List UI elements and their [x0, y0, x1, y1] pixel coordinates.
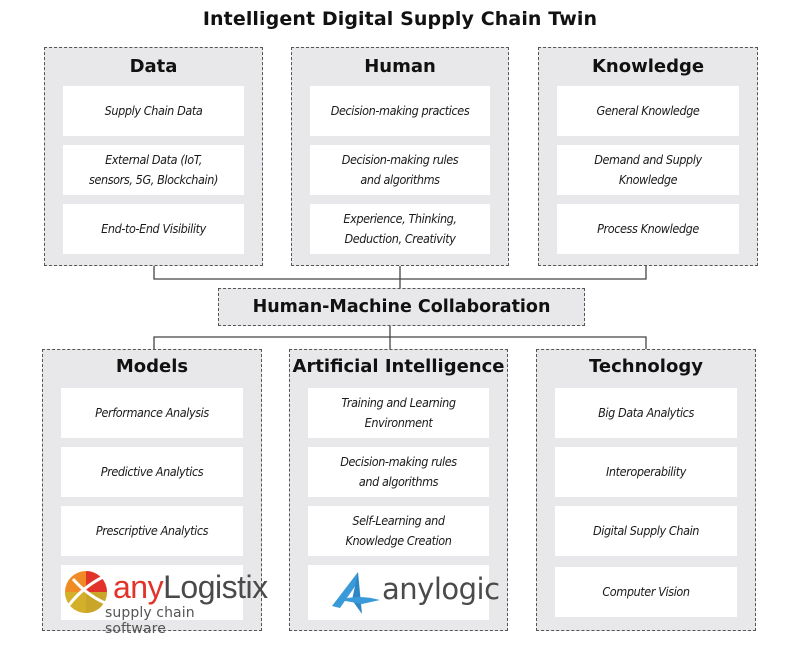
card-text: Process Knowledge: [597, 221, 699, 236]
card-item: Decision-making practices: [310, 86, 490, 136]
card-item: Digital Supply Chain: [555, 506, 737, 556]
panel-human: Human Decision-making practices Decision…: [291, 47, 509, 266]
card-text: Big Data Analytics: [598, 405, 694, 420]
card-text: Computer Vision: [602, 584, 690, 599]
connector-models: [153, 336, 647, 349]
panel-knowledge: Knowledge General Knowledge Demand and S…: [538, 47, 758, 266]
hmc-label: Human-Machine Collaboration: [252, 297, 551, 317]
panel-title: Models: [115, 356, 189, 377]
card-item: Decision-making rules and algorithms: [310, 145, 490, 195]
panel-title: Knowledge: [591, 56, 705, 77]
card-text: External Data (IoT, sensors, 5G, Blockch…: [89, 152, 218, 187]
diagram-title: Intelligent Digital Supply Chain Twin: [202, 8, 598, 30]
card-item: End-to-End Visibility: [63, 204, 244, 254]
card-item: Interoperability: [555, 447, 737, 497]
card-item: Self-Learning and Knowledge Creation: [308, 506, 489, 556]
card-item: Computer Vision: [555, 567, 737, 617]
anylogistix-tagline: supply chain software: [105, 605, 195, 637]
card-text: General Knowledge: [596, 103, 700, 118]
panel-title: Data: [129, 56, 178, 77]
card-item: Performance Analysis: [61, 388, 243, 438]
card-item: Prescriptive Analytics: [61, 506, 243, 556]
logo-prefix: any: [113, 569, 164, 605]
card-text: Experience, Thinking, Deduction, Creativ…: [343, 211, 457, 246]
card-item: External Data (IoT, sensors, 5G, Blockch…: [63, 145, 244, 195]
card-text: Decision-making practices: [330, 103, 470, 118]
card-text: Self-Learning and Knowledge Creation: [345, 513, 452, 548]
logo-suffix: Logistix: [163, 569, 268, 605]
card-item: Decision-making rules and algorithms: [308, 447, 489, 497]
card-text: End-to-End Visibility: [101, 221, 206, 236]
anylogic-a-icon: [332, 572, 380, 614]
card-item: Supply Chain Data: [63, 86, 244, 136]
panel-models: Models Performance Analysis Predictive A…: [42, 349, 268, 637]
human-machine-collaboration-box: Human-Machine Collaboration: [218, 288, 585, 326]
connector-data: [153, 265, 647, 280]
anylogistix-globe-icon: [65, 571, 107, 613]
anylogic-logo: anylogic: [308, 565, 500, 620]
card-text: Predictive Analytics: [100, 464, 204, 479]
panel-artificial-intelligence: Artificial Intelligence Training and Lea…: [289, 349, 508, 631]
card-text: Digital Supply Chain: [592, 523, 700, 538]
card-text: Decision-making rules and algorithms: [341, 152, 459, 187]
card-item: Process Knowledge: [557, 204, 739, 254]
card-text: Training and Learning Environment: [341, 395, 456, 430]
panel-title: Technology: [589, 356, 703, 377]
card-text: Decision-making rules and algorithms: [340, 454, 457, 489]
panel-technology: Technology Big Data Analytics Interopera…: [536, 349, 756, 631]
card-text: Supply Chain Data: [104, 103, 203, 118]
card-text: Performance Analysis: [95, 405, 209, 420]
card-text: Demand and Supply Knowledge: [594, 152, 702, 187]
panel-title: Artificial Intelligence: [292, 356, 505, 377]
card-item: Predictive Analytics: [61, 447, 243, 497]
card-item: General Knowledge: [557, 86, 739, 136]
card-item: Big Data Analytics: [555, 388, 737, 438]
card-text: Prescriptive Analytics: [95, 523, 209, 538]
anylogic-wordmark: anylogic: [382, 572, 500, 606]
card-item: Experience, Thinking, Deduction, Creativ…: [310, 204, 490, 254]
card-item: Demand and Supply Knowledge: [557, 145, 739, 195]
anylogistix-wordmark: anyLogistix: [113, 569, 268, 605]
panel-data: Data Supply Chain Data External Data (Io…: [44, 47, 263, 266]
card-text: Interoperability: [605, 464, 687, 479]
card-item: Training and Learning Environment: [308, 388, 489, 438]
panel-title: Human: [364, 56, 436, 77]
anylogistix-logo: anyLogistix supply chain software: [61, 565, 268, 637]
